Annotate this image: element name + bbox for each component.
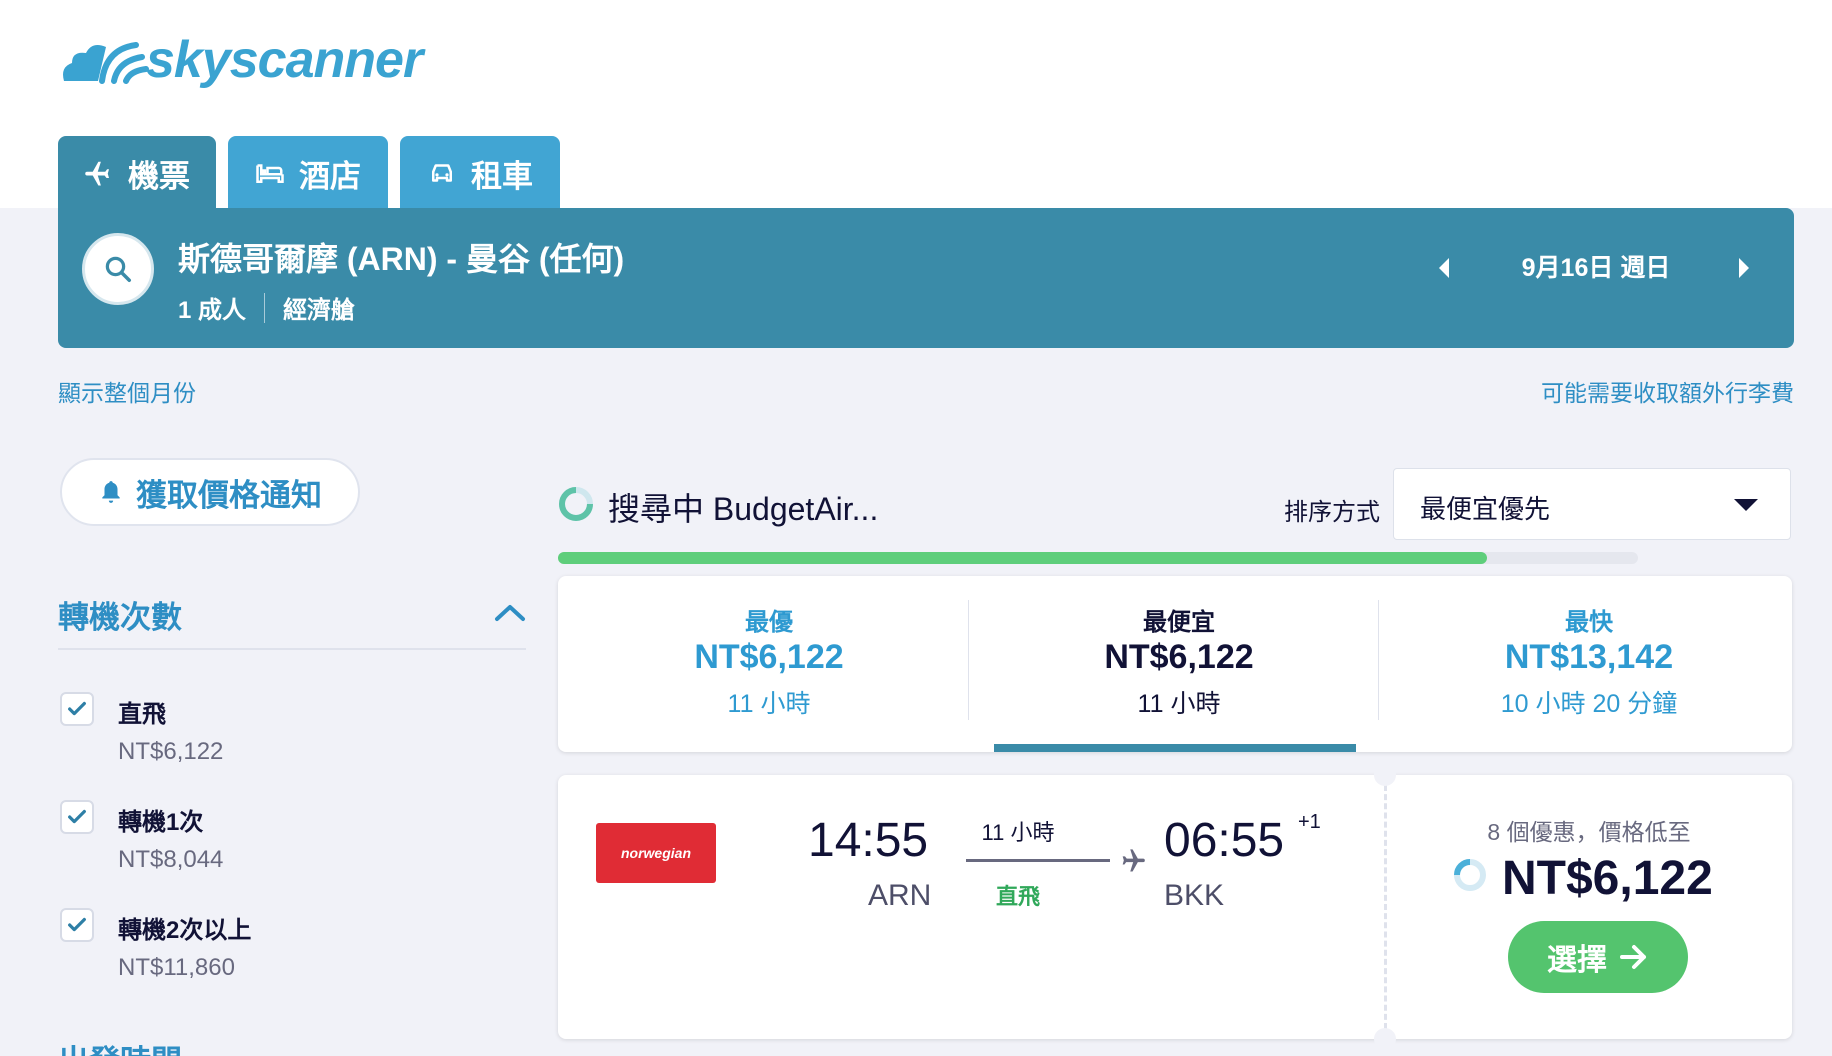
stop-label: 直飛 bbox=[118, 701, 166, 728]
summary-duration: 11 小時 bbox=[1137, 690, 1221, 718]
next-date-button[interactable] bbox=[1730, 248, 1758, 288]
direct-checkbox[interactable] bbox=[60, 692, 94, 726]
sort-label: 排序方式 bbox=[1284, 499, 1380, 526]
divider bbox=[1378, 600, 1379, 720]
cabin-class: 經濟艙 bbox=[283, 297, 356, 324]
stops-info: 直飛 bbox=[995, 884, 1040, 909]
route-title: 斯德哥爾摩 (ARN) - 曼谷 (任何) bbox=[178, 241, 625, 277]
two-plus-stops-checkbox[interactable] bbox=[60, 908, 94, 942]
summary-label: 最優 bbox=[745, 609, 793, 636]
price-alert-label: 獲取價格通知 bbox=[136, 477, 322, 513]
chevron-right-icon bbox=[1739, 258, 1749, 278]
flight-path-line bbox=[966, 859, 1110, 862]
price-alert-button[interactable]: 獲取價格通知 bbox=[60, 458, 360, 526]
stop-label: 轉機2次以上 bbox=[118, 917, 252, 944]
summary-best[interactable]: 最優 NT$6,122 11 小時 bbox=[564, 576, 974, 752]
travellers-count: 1 成人 bbox=[178, 297, 247, 324]
stops-filter-title: 轉機次數 bbox=[58, 600, 182, 635]
airline-logo: norwegian bbox=[596, 823, 716, 883]
departure-time-filter-title[interactable]: 出發時間 bbox=[58, 1036, 182, 1056]
search-progress-fill bbox=[558, 552, 1487, 564]
stop-label: 轉機1次 bbox=[118, 809, 204, 836]
tab-flights[interactable]: 機票 bbox=[58, 136, 216, 210]
search-button[interactable] bbox=[82, 233, 154, 305]
stop-price: NT$6,122 bbox=[118, 738, 224, 765]
chevron-up-icon[interactable] bbox=[494, 600, 526, 624]
search-progress-bar bbox=[558, 552, 1638, 564]
divider bbox=[264, 292, 266, 323]
card-notch bbox=[1374, 1028, 1396, 1050]
bell-icon bbox=[102, 481, 120, 503]
arrival-day-offset: +1 bbox=[1298, 811, 1321, 833]
checkmark-icon bbox=[68, 701, 86, 716]
arrow-right-icon bbox=[1620, 945, 1646, 969]
bed-icon bbox=[256, 164, 284, 183]
skyscanner-cloud-icon bbox=[63, 42, 149, 84]
show-whole-month-link[interactable]: 顯示整個月份 bbox=[58, 374, 196, 408]
travel-date[interactable]: 9月16日 週日 bbox=[1476, 248, 1716, 288]
chevron-left-icon bbox=[1439, 258, 1449, 278]
summary-duration: 11 小時 bbox=[727, 690, 811, 718]
skyscanner-logo[interactable]: skyscanner bbox=[58, 30, 423, 90]
card-divider bbox=[1384, 785, 1387, 1029]
departure-time: 14:55 bbox=[808, 814, 929, 867]
previous-date-button[interactable] bbox=[1430, 248, 1458, 288]
summary-fastest[interactable]: 最快 NT$13,142 10 小時 20 分鐘 bbox=[1384, 576, 1794, 752]
lowest-price: NT$6,122 bbox=[1502, 852, 1713, 905]
tab-hotels-label: 酒店 bbox=[299, 158, 361, 194]
loading-spinner-icon bbox=[1454, 859, 1486, 891]
plane-icon bbox=[1122, 849, 1145, 872]
checkmark-icon bbox=[68, 917, 86, 932]
flight-result-card[interactable]: norwegian 14:55 ARN 11 小時 直飛 06:55 +1 BK… bbox=[558, 764, 1792, 1050]
chevron-down-icon bbox=[1734, 499, 1758, 511]
search-icon bbox=[105, 256, 131, 282]
stop-price: NT$11,860 bbox=[118, 954, 235, 981]
search-summary-bar[interactable]: 斯德哥爾摩 (ARN) - 曼谷 (任何) 1 成人 經濟艙 9月16日 週日 bbox=[58, 208, 1794, 348]
summary-cheapest[interactable]: 最便宜 NT$6,122 11 小時 bbox=[974, 576, 1384, 752]
tab-hotels[interactable]: 酒店 bbox=[228, 136, 388, 210]
divider bbox=[968, 600, 969, 720]
extra-baggage-fees-link[interactable]: 可能需要收取額外行李費 bbox=[1541, 374, 1794, 408]
one-stop-checkbox[interactable] bbox=[60, 800, 94, 834]
summary-duration: 10 小時 20 分鐘 bbox=[1500, 690, 1678, 718]
selected-tab-indicator bbox=[994, 744, 1356, 752]
summary-label: 最快 bbox=[1565, 609, 1613, 636]
search-details: 1 成人 經濟艙 bbox=[178, 290, 355, 325]
plane-icon bbox=[85, 161, 109, 186]
select-button[interactable]: 選擇 bbox=[1508, 921, 1688, 993]
summary-label: 最便宜 bbox=[1143, 609, 1215, 636]
tab-cars[interactable]: 租車 bbox=[400, 136, 560, 210]
loading-spinner-icon bbox=[559, 487, 593, 521]
car-icon bbox=[432, 164, 452, 182]
card-notch bbox=[1374, 764, 1396, 786]
stops-filter-header[interactable]: 轉機次數 bbox=[58, 592, 526, 650]
summary-price: NT$6,122 bbox=[1104, 638, 1254, 676]
stop-price: NT$8,044 bbox=[118, 846, 224, 873]
tab-cars-label: 租車 bbox=[471, 158, 533, 194]
arrival-airport: BKK bbox=[1164, 879, 1225, 912]
sort-summary-card: 最優 NT$6,122 11 小時 最便宜 NT$6,122 11 小時 最快 … bbox=[558, 576, 1792, 752]
checkmark-icon bbox=[68, 809, 86, 824]
searching-status: 搜尋中 BudgetAir... bbox=[608, 491, 879, 527]
brand-name: skyscanner bbox=[146, 31, 423, 89]
flight-duration: 11 小時 bbox=[981, 820, 1055, 845]
sort-value: 最便宜優先 bbox=[1420, 494, 1551, 524]
summary-price: NT$13,142 bbox=[1504, 638, 1674, 676]
summary-price: NT$6,122 bbox=[694, 638, 844, 676]
sort-dropdown[interactable]: 最便宜優先 bbox=[1393, 468, 1791, 540]
departure-airport: ARN bbox=[868, 879, 932, 912]
deals-count: 8 個優惠，價格低至 bbox=[1487, 819, 1691, 845]
arrival-time: 06:55 bbox=[1164, 814, 1285, 867]
select-button-label: 選擇 bbox=[1547, 944, 1607, 977]
tab-flights-label: 機票 bbox=[128, 158, 190, 194]
